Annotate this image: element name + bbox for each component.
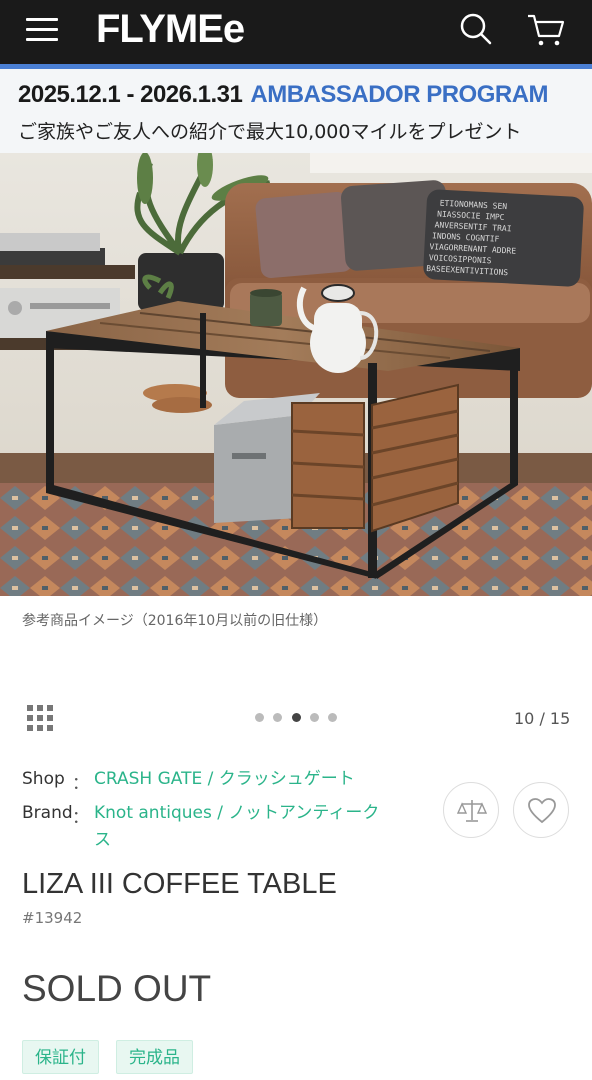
compare-button[interactable] [443,782,499,838]
product-id: #13942 [22,909,83,927]
shop-colon: ： [72,774,89,794]
site-header: FLYMEe [0,0,592,64]
product-image[interactable]: ETIONOMANS SEN NIASSOCIE IMPC ANVERSENTI… [0,153,592,596]
ambassador-banner[interactable]: 2025.12.1 - 2026.1.31 AMBASSADOR PROGRAM … [0,69,592,153]
gallery-dot[interactable] [328,713,337,722]
brand-link-continued[interactable]: ス [94,827,111,854]
site-logo[interactable]: FLYMEe [96,7,245,52]
brand-link[interactable]: Knot antiques / ノットアンティーク [94,800,379,827]
tag-warranty[interactable]: 保証付 [22,1040,99,1074]
cart-icon[interactable] [526,12,566,48]
brand-label: Brand [22,803,73,823]
hamburger-menu-icon[interactable] [26,16,58,44]
gallery-dot[interactable] [310,713,319,722]
tag-assembled[interactable]: 完成品 [116,1040,193,1074]
scale-compare-icon [457,800,487,822]
gallery-counter: 10 / 15 [514,709,571,728]
banner-program: AMBASSADOR PROGRAM [250,81,549,108]
favorite-button[interactable] [513,782,569,838]
grid-view-icon[interactable] [27,705,53,731]
gallery-dot[interactable] [255,713,264,722]
stock-status: SOLD OUT [22,968,212,1009]
shop-label: Shop [22,769,65,789]
shop-link[interactable]: CRASH GATE / クラッシュゲート [94,766,355,793]
gallery-dot[interactable] [292,713,301,722]
banner-headline: 2025.12.1 - 2026.1.31 AMBASSADOR PROGRAM [18,81,549,109]
heart-icon [528,798,556,824]
banner-description: ご家族やご友人への紹介で最大10,000マイルをプレゼント [18,121,522,143]
image-caption: 参考商品イメージ（2016年10月以前の旧仕様） [22,613,328,629]
search-icon[interactable] [458,12,494,48]
gallery-dot[interactable] [273,713,282,722]
product-name: LIZA III COFFEE TABLE [22,868,337,900]
banner-dates: 2025.12.1 - 2026.1.31 [18,81,243,108]
brand-colon: ： [72,808,89,828]
